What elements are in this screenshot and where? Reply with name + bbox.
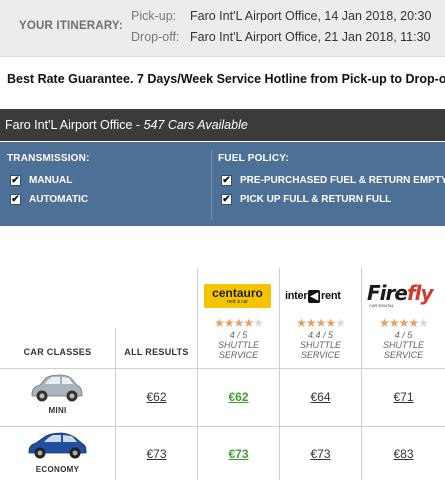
pickup-row: Pick-up: Faro Int'L Airport Office, 14 Ja… xyxy=(131,9,431,23)
office-bar: Faro Int'L Airport Office - 547 Cars Ava… xyxy=(0,109,445,141)
col-header-all-results[interactable]: ALL RESULTS xyxy=(116,347,197,357)
rate-guarantee-text: Best Rate Guarantee. 7 Days/Week Service… xyxy=(7,72,445,86)
grid-line xyxy=(0,368,445,369)
centauro-logo-text: centauro xyxy=(212,286,263,300)
interrent-logo-text-2: rent xyxy=(321,290,341,302)
firefly-logo-subtext: CAR RENTAL xyxy=(369,303,395,308)
price-centauro[interactable]: €62 xyxy=(198,390,279,404)
shuttle-label: SHUTTLE xyxy=(217,340,259,350)
price-all-results[interactable]: €62 xyxy=(116,390,197,404)
price-interrent[interactable]: €64 xyxy=(280,390,361,404)
itinerary-label: YOUR ITINERARY: xyxy=(19,20,123,32)
itinerary-panel: YOUR ITINERARY: Pick-up: Faro Int'L Airpo… xyxy=(0,0,445,57)
centauro-logo[interactable]: centauro rent a car xyxy=(204,284,271,308)
shuttle-label-2: SERVICE xyxy=(218,350,259,360)
filter-prepurchased-fuel[interactable]: ✔ PRE-PURCHASED FUEL & RETURN EMPTY xyxy=(221,175,445,186)
col-header-car-classes: CAR CLASSES xyxy=(23,347,92,357)
shuttle-label: SHUTTLE xyxy=(299,340,341,350)
filter-prepurchased-fuel-label: PRE-PURCHASED FUEL & RETURN EMPTY xyxy=(240,175,445,186)
economy-car-icon xyxy=(28,432,87,459)
checkbox-manual[interactable]: ✔ xyxy=(10,175,21,186)
filter-automatic[interactable]: ✔ AUTOMATIC xyxy=(10,194,88,205)
star-rating-icon: ★★★★★ xyxy=(214,316,264,330)
centauro-logo-subtext: rent a car xyxy=(226,299,249,305)
checkbox-automatic[interactable]: ✔ xyxy=(10,194,21,205)
pickup-value: Faro Int'L Airport Office, 14 Jan 2018, … xyxy=(190,9,432,23)
dropoff-key: Drop-off: xyxy=(131,30,180,44)
star-rating-icon: ★★★★★ xyxy=(379,316,429,330)
price-interrent[interactable]: €73 xyxy=(280,447,361,461)
car-class-label: MINI xyxy=(48,406,67,415)
filter-full-to-full-label: PICK UP FULL & RETURN FULL xyxy=(240,194,392,205)
interrent-logo-box: ◀ xyxy=(308,289,321,303)
rating-value: 4.4 / 5 xyxy=(307,330,334,340)
firefly-logo-text: Firefly xyxy=(367,281,434,305)
cars-available-count: 547 Cars Available xyxy=(143,118,248,132)
filter-full-to-full[interactable]: ✔ PICK UP FULL & RETURN FULL xyxy=(221,194,391,205)
supplier-rating-firefly: ★★★★★ 4 / 5 SHUTTLE SERVICE xyxy=(362,316,445,360)
checkbox-prepurchased-fuel[interactable]: ✔ xyxy=(221,175,232,186)
price-firefly[interactable]: €71 xyxy=(362,390,445,404)
supplier-rating-centauro: ★★★★★ 4 / 5 SHUTTLE SERVICE xyxy=(198,316,279,360)
interrent-logo[interactable]: inter ◀ rent xyxy=(285,287,355,305)
rating-value: 4 / 5 xyxy=(394,330,413,340)
filters-panel: TRANSMISSION: ✔ MANUAL ✔ AUTOMATIC FUEL … xyxy=(0,142,445,226)
filter-manual-label: MANUAL xyxy=(29,175,73,186)
filter-divider xyxy=(211,150,212,220)
dropoff-value: Faro Int'L Airport Office, 21 Jan 2018, … xyxy=(190,30,431,44)
rating-value: 4 / 5 xyxy=(229,330,248,340)
pickup-key: Pick-up: xyxy=(131,9,177,23)
price-all-results[interactable]: €73 xyxy=(116,447,197,461)
interrent-logo-text: inter xyxy=(285,290,308,302)
grid-line xyxy=(0,426,445,427)
office-separator: - xyxy=(132,118,144,132)
price-centauro[interactable]: €73 xyxy=(198,447,279,461)
transmission-title: TRANSMISSION: xyxy=(7,153,90,164)
firefly-logo[interactable]: Firefly CAR RENTAL xyxy=(367,281,437,311)
shuttle-label-2: SERVICE xyxy=(300,350,341,360)
shuttle-label: SHUTTLE xyxy=(382,340,424,350)
car-class-label: ECONOMY xyxy=(35,465,80,474)
supplier-rating-interrent: ★★★★★ 4.4 / 5 SHUTTLE SERVICE xyxy=(280,316,361,360)
checkbox-full-to-full[interactable]: ✔ xyxy=(221,194,232,205)
dropoff-row: Drop-off: Faro Int'L Airport Office, 21 J… xyxy=(131,30,431,44)
shuttle-label-2: SERVICE xyxy=(383,350,424,360)
fuel-policy-title: FUEL POLICY: xyxy=(218,153,289,164)
filter-manual[interactable]: ✔ MANUAL xyxy=(10,175,72,186)
star-rating-icon: ★★★★★ xyxy=(296,316,346,330)
office-name: Faro Int'L Airport Office xyxy=(5,118,133,132)
price-firefly[interactable]: €83 xyxy=(362,447,445,461)
filter-automatic-label: AUTOMATIC xyxy=(29,194,89,205)
mini-car-icon xyxy=(31,374,83,402)
